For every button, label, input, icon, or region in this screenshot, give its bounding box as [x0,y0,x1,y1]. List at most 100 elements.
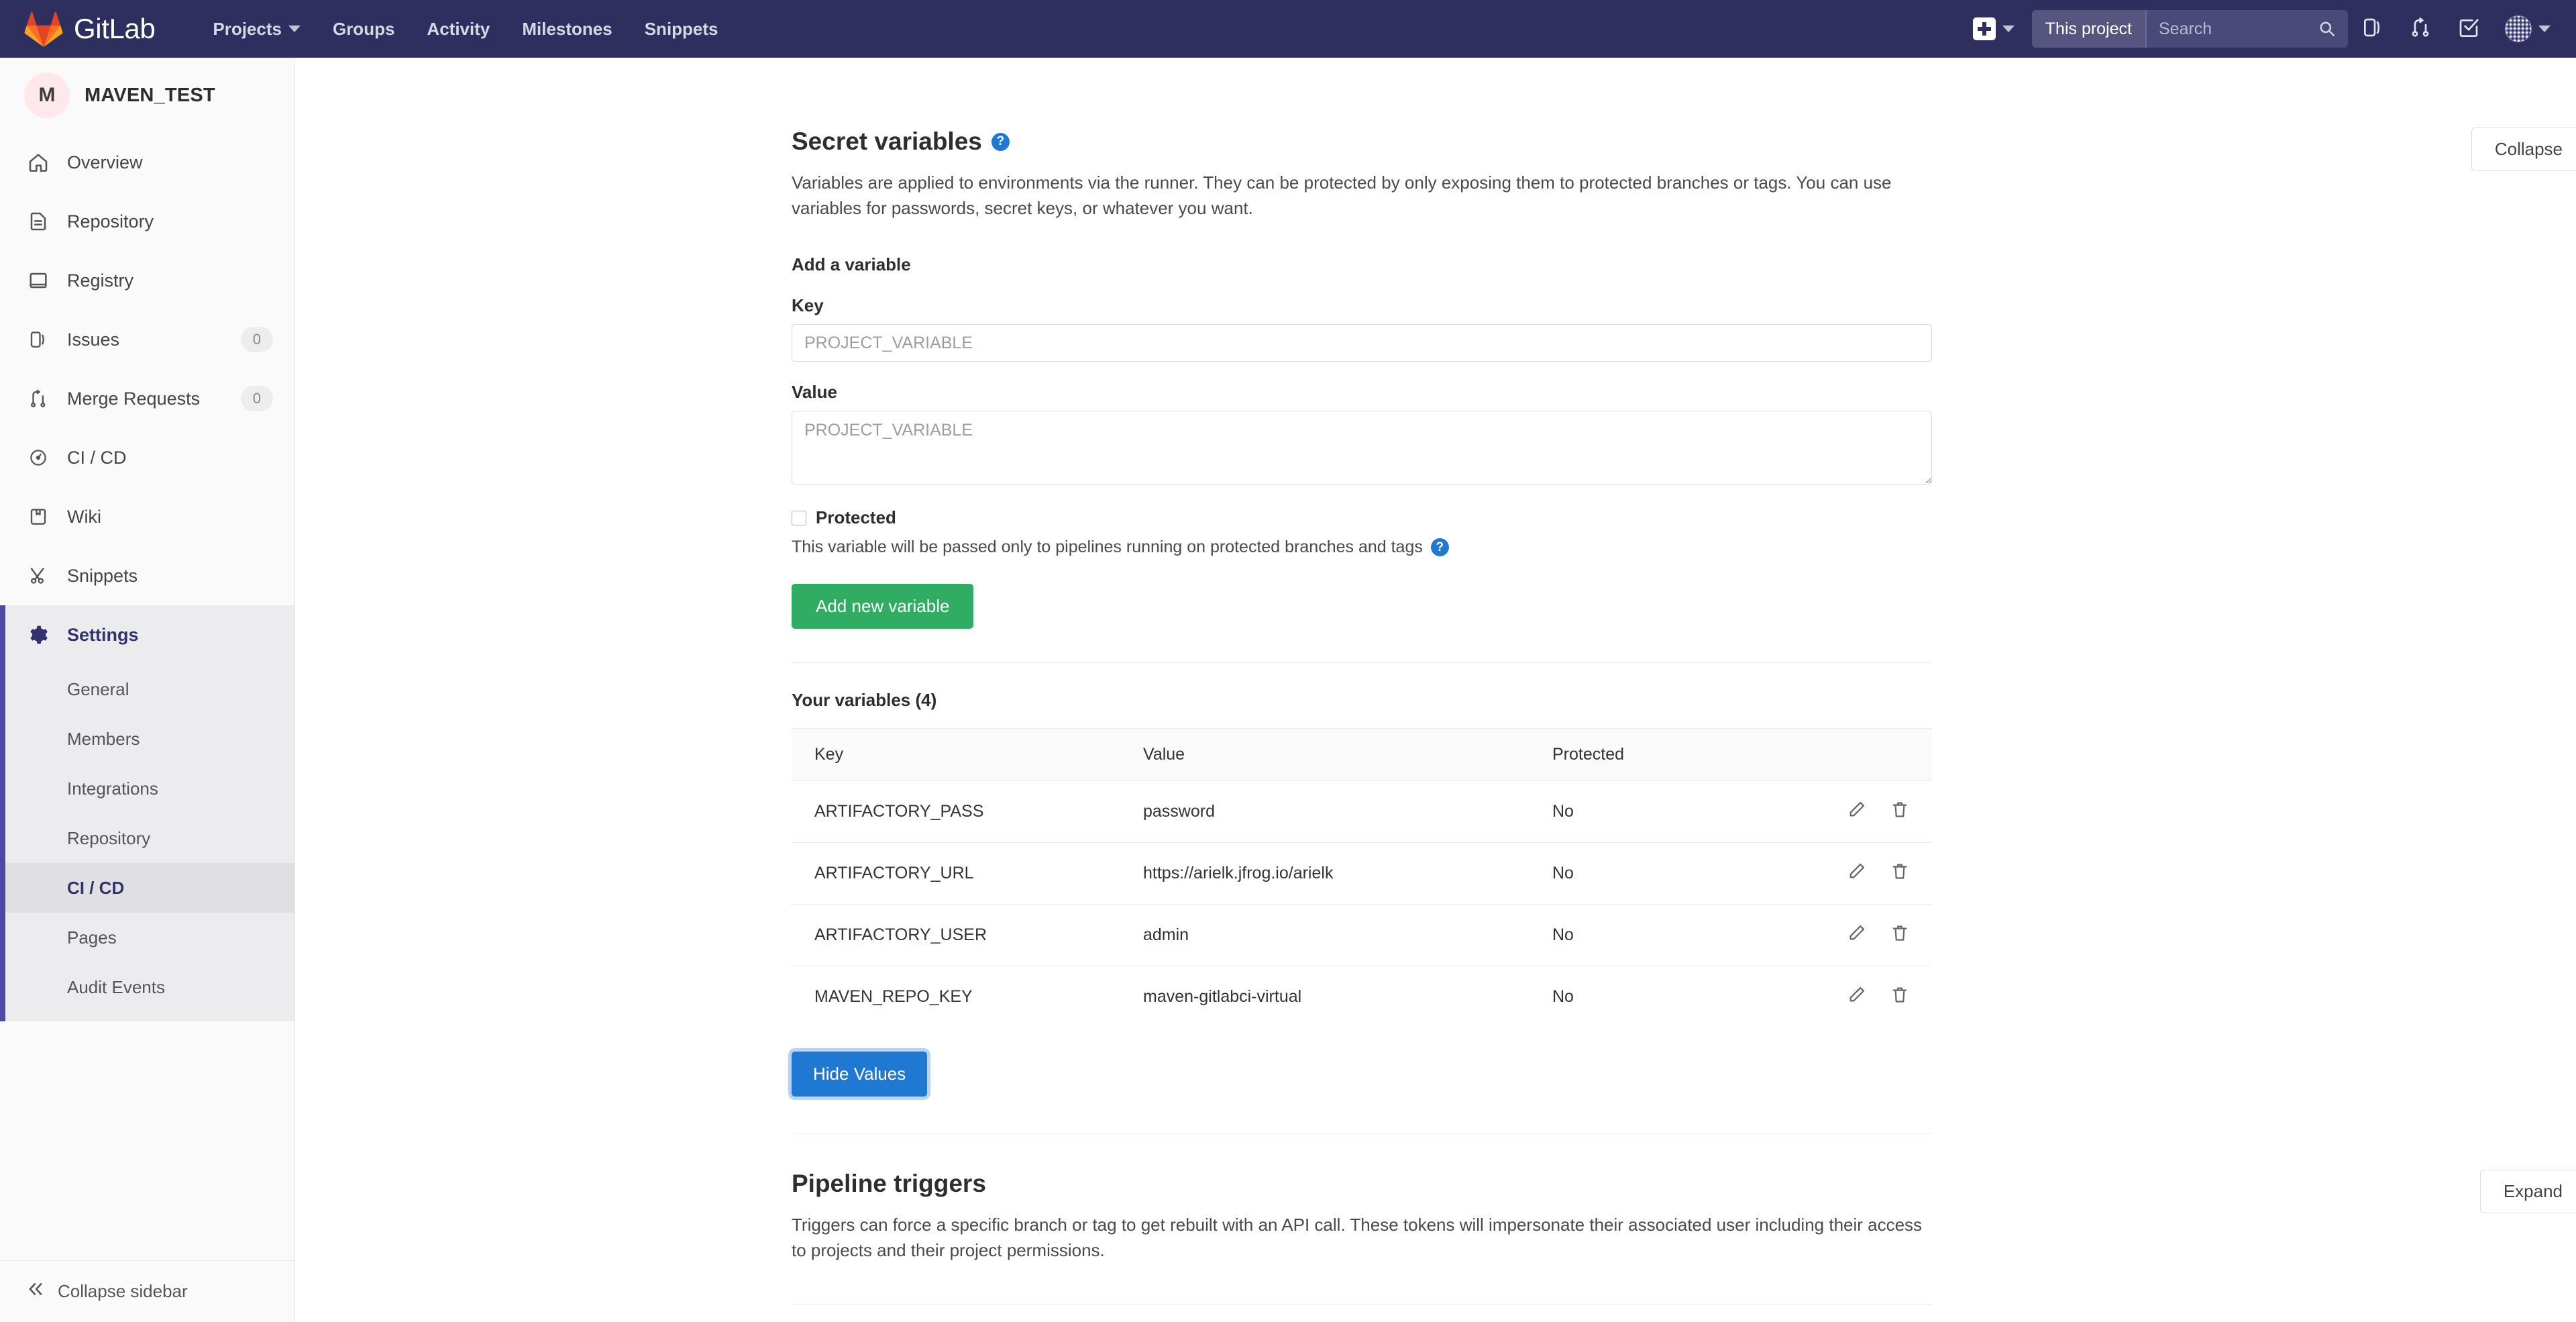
nav-link-activity[interactable]: Activity [411,0,506,58]
value-label: Value [792,382,837,403]
sidebar-item-overview-label: Overview [67,152,143,172]
column-header-key: Key [792,728,1120,782]
sidebar-item-settings[interactable]: Settings [0,605,294,664]
edit-pencil-icon[interactable] [1847,985,1866,1004]
edit-pencil-icon[interactable] [1847,862,1866,880]
sidebar-item-ci-cd[interactable]: CI / CD [0,428,294,487]
new-item-button[interactable] [1962,17,2025,40]
nav-link-projects[interactable]: Projects [197,0,317,58]
collapse-sidebar-label: Collapse sidebar [58,1281,188,1301]
gitlab-brand[interactable]: GitLab [24,11,156,47]
issues-icon [24,329,52,350]
sidebar-item-snippets[interactable]: Snippets [0,546,294,605]
sidebar-item-merge-requests-label: Merge Requests [67,388,201,409]
expand-button[interactable]: Expand [2479,1170,2576,1214]
protected-checkbox[interactable] [792,510,806,525]
variable-key: ARTIFACTORY_URL [792,842,1120,905]
user-menu-button[interactable] [2493,15,2557,42]
sidebar-item-ci-cd-label: CI / CD [67,447,127,468]
table-row: MAVEN_REPO_KEY maven-gitlabci-virtual No [792,966,1932,1028]
protected-label[interactable]: Protected [816,507,896,528]
variable-protected: No [1529,780,1811,844]
help-icon[interactable]: ? [1430,538,1449,557]
section-title-pipeline-triggers: Pipeline triggers [792,1170,2576,1198]
secret-variables-title-text: Secret variables [792,128,982,155]
home-icon [24,152,52,173]
search-placeholder: Search [2159,19,2212,38]
rocket-icon [24,448,52,468]
nav-link-activity-label: Activity [427,19,490,39]
row-actions [1811,842,1932,905]
pipeline-triggers-section: Pipeline triggers Expand Triggers can fo… [792,1170,2576,1305]
nav-link-milestones[interactable]: Milestones [506,0,628,58]
sidebar-item-issues[interactable]: Issues 0 [0,310,294,369]
variables-table-body: ARTIFACTORY_PASS password No ARTIFACTORY… [792,780,1932,1028]
search-icon[interactable] [2318,20,2336,38]
edit-pencil-icon[interactable] [1847,923,1866,942]
nav-link-groups-label: Groups [332,19,395,39]
sidebar-subitem-repository[interactable]: Repository [0,813,294,863]
sidebar-item-wiki[interactable]: Wiki [0,487,294,546]
project-header[interactable]: M MAVEN_TEST [0,58,294,133]
sidebar-item-repository[interactable]: Repository [0,192,294,251]
pipeline-triggers-title-text: Pipeline triggers [792,1170,986,1198]
protected-hint-text: This variable will be passed only to pip… [792,538,1423,557]
sidebar-subitem-integrations[interactable]: Integrations [0,764,294,813]
delete-trash-icon[interactable] [1890,800,1909,819]
key-input[interactable] [792,324,1932,362]
settings-subnav: General Members Integrations Repository … [0,664,294,1021]
value-textarea[interactable] [792,411,1932,485]
sidebar-subitem-ci-cd[interactable]: CI / CD [0,863,294,913]
merge-requests-nav-button[interactable] [2396,0,2445,58]
edit-pencil-icon[interactable] [1847,800,1866,819]
sidebar-subitem-members[interactable]: Members [0,714,294,764]
primary-nav: Projects Groups Activity Milestones Snip… [197,0,734,58]
search-input[interactable]: Search [2147,10,2348,48]
divider [792,662,1932,664]
sidebar-subitem-audit-events[interactable]: Audit Events [0,962,294,1012]
table-header-row: Key Value Protected [792,728,1932,782]
nav-link-projects-label: Projects [213,19,282,39]
nav-link-snippets[interactable]: Snippets [629,0,735,58]
search-scope-button[interactable]: This project [2031,10,2147,48]
avatar [2505,15,2532,42]
project-avatar: M [24,72,70,118]
issues-nav-button[interactable] [2348,0,2396,58]
todos-nav-button[interactable] [2445,0,2493,58]
delete-trash-icon[interactable] [1890,923,1909,942]
sidebar-item-registry-label: Registry [67,270,134,291]
sidebar-subitem-pages[interactable]: Pages [0,913,294,962]
chevron-down-icon [2002,26,2015,32]
sidebar-item-overview[interactable]: Overview [0,133,294,192]
sidebar-item-registry[interactable]: Registry [0,251,294,310]
divider [792,1303,1932,1305]
column-header-value: Value [1120,728,1529,782]
sidebar-item-settings-label: Settings [67,624,139,645]
help-icon[interactable]: ? [991,132,1010,151]
sidebar-item-merge-requests[interactable]: Merge Requests 0 [0,369,294,428]
section-title-secret-variables: Secret variables ? [792,128,2576,156]
add-new-variable-button[interactable]: Add new variable [792,584,974,629]
merge-requests-count-badge: 0 [240,386,273,411]
nav-link-groups[interactable]: Groups [317,0,411,58]
sidebar-subitem-general[interactable]: General [0,664,294,714]
variable-protected: No [1552,987,1574,1007]
your-variables-heading: Your variables (4) [792,690,937,711]
brand-label: GitLab [74,13,156,44]
add-variable-heading: Add a variable [792,254,911,275]
row-actions [1811,904,1932,967]
protected-checkbox-row: Protected [792,507,2576,528]
collapse-sidebar-button[interactable]: Collapse sidebar [0,1260,294,1322]
variable-key: ARTIFACTORY_USER [792,904,1120,967]
search-bar: This project Search [2031,10,2348,48]
variable-value: password [1120,780,1529,844]
top-navbar: GitLab Projects Groups Activity Mileston… [0,0,2576,58]
hide-values-button[interactable]: Hide Values [792,1052,928,1097]
collapse-button[interactable]: Collapse [2471,128,2576,171]
protected-hint: This variable will be passed only to pip… [792,538,2576,557]
delete-trash-icon[interactable] [1890,862,1909,880]
delete-trash-icon[interactable] [1890,985,1909,1004]
sidebar-item-issues-label: Issues [67,329,120,350]
column-header-protected: Protected [1529,728,1811,782]
todo-check-icon [2458,17,2479,42]
